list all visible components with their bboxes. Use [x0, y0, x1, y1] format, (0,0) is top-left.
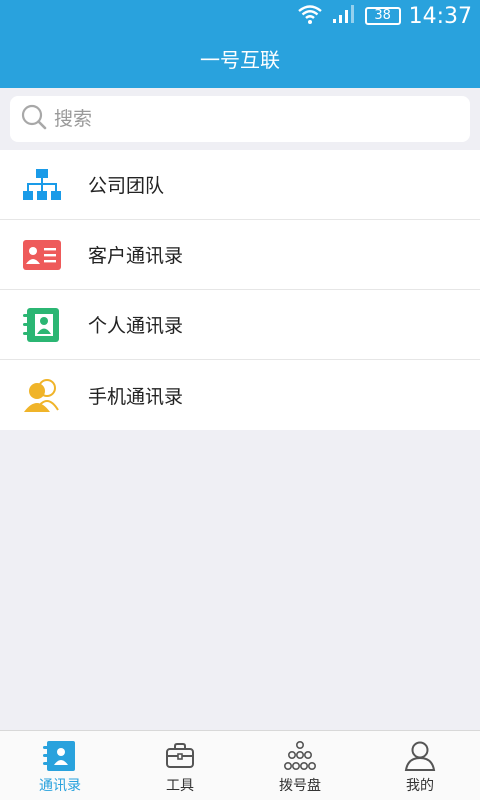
- contacts-tab-icon: [43, 739, 77, 773]
- tab-dialpad[interactable]: 拨号盘: [240, 731, 360, 800]
- page-title: 一号互联: [200, 48, 280, 72]
- list-item-company-team[interactable]: 公司团队: [0, 150, 480, 220]
- list-item-label: 手机通讯录: [88, 385, 184, 408]
- bottom-tab-bar: 通讯录 工具 拨号盘 我的: [0, 730, 480, 800]
- dialpad-icon: [283, 739, 317, 773]
- contact-card-icon: [22, 237, 62, 273]
- tab-label: 通讯录: [39, 778, 81, 794]
- tab-tools[interactable]: 工具: [120, 731, 240, 800]
- search-icon: [20, 103, 48, 135]
- list-item-label: 个人通讯录: [88, 315, 184, 337]
- phone-contacts-icon: [22, 377, 62, 413]
- tab-label: 我的: [406, 778, 434, 794]
- tab-label: 工具: [166, 778, 194, 794]
- list-item-label: 公司团队: [88, 175, 165, 197]
- wifi-icon: [297, 3, 323, 29]
- address-book-icon: [22, 307, 62, 343]
- list-item-personal-contacts[interactable]: 个人通讯录: [0, 290, 480, 360]
- list-item-label: 客户通讯录: [88, 245, 184, 267]
- tab-mine[interactable]: 我的: [360, 731, 480, 800]
- status-bar: 38 14:37: [0, 0, 480, 32]
- toolbox-icon: [165, 739, 195, 773]
- org-chart-icon: [22, 167, 62, 203]
- list-item-customer-contacts[interactable]: 客户通讯录: [0, 220, 480, 290]
- profile-icon: [404, 739, 436, 773]
- search-bar: [0, 88, 480, 150]
- search-box[interactable]: [10, 96, 470, 142]
- list-item-phone-contacts[interactable]: 手机通讯录: [0, 360, 480, 430]
- signal-icon: [331, 3, 357, 29]
- status-time: 14:37: [408, 3, 472, 29]
- search-input[interactable]: [54, 108, 434, 130]
- tab-label: 拨号盘: [279, 778, 321, 794]
- tab-contacts[interactable]: 通讯录: [0, 731, 120, 800]
- contact-category-list: 公司团队 客户通讯录 个人通讯录 手机通讯录: [0, 150, 480, 430]
- battery-indicator: 38: [364, 7, 401, 25]
- app-header: 38 14:37 一号互联: [0, 0, 480, 88]
